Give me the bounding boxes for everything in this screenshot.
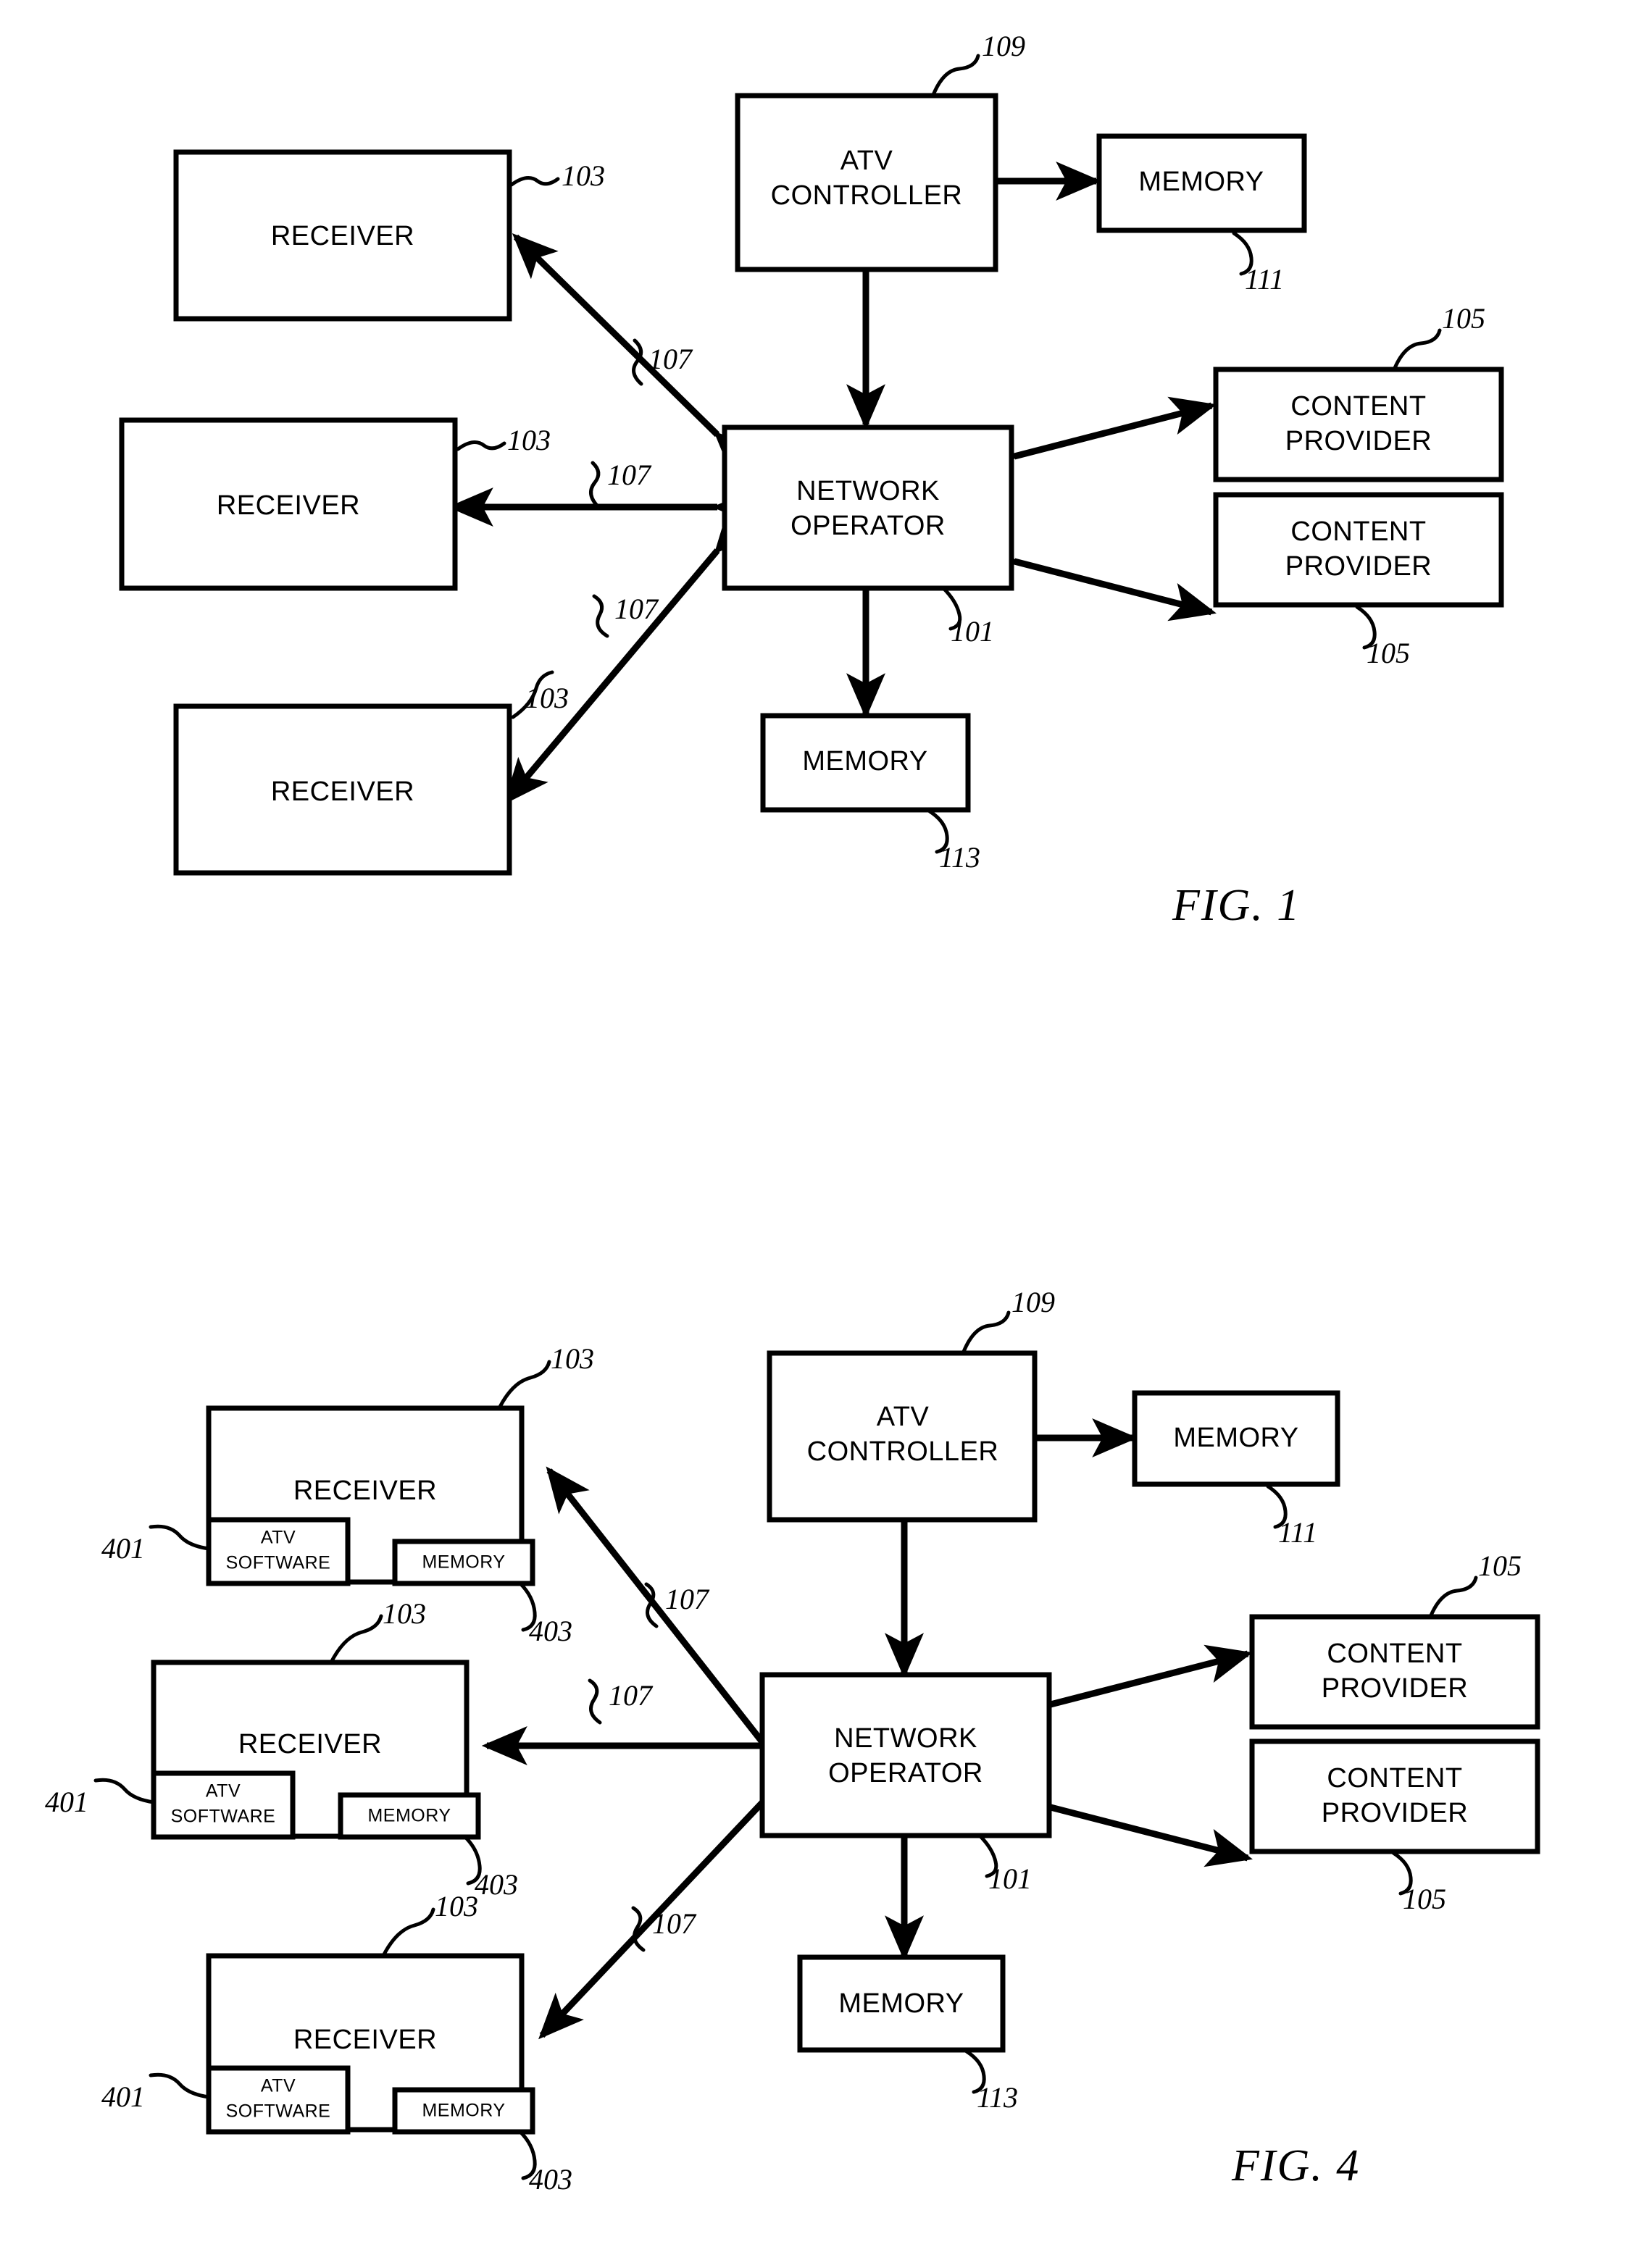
fig4-receiver-2-ref: 103 — [383, 1597, 426, 1630]
fig4-atv-controller-leader — [961, 1310, 1011, 1354]
fig4-atv-controller-label-line1: ATV — [877, 1402, 930, 1432]
fig4-content-provider-1-label-line1: CONTENT — [1327, 1639, 1462, 1669]
fig1-network-operator-label-line1: NETWORK — [796, 476, 940, 506]
fig4-network-operator-label-line1: NETWORK — [834, 1723, 977, 1754]
fig4-receiver-2-atv-software-line2: SOFTWARE — [171, 1807, 276, 1827]
fig1-network-operator-label-line2: OPERATOR — [790, 511, 946, 541]
fig1-link3-ref: 107 — [614, 593, 659, 625]
fig4-receiver-1-label: RECEIVER — [293, 1476, 437, 1506]
fig4-receiver-3-leader — [382, 1907, 435, 1957]
fig4-receiver-1-memory-label: MEMORY — [422, 1552, 505, 1573]
fig4-atv-controller-label-line2: CONTROLLER — [807, 1436, 999, 1467]
fig1-content-provider-1-ref: 105 — [1442, 302, 1485, 335]
fig4-atv-memory-label: MEMORY — [1173, 1423, 1298, 1453]
fig4-receiver-3-memory-ref: 403 — [529, 2163, 572, 2196]
fig4-receiver-1-atv-software-ref: 401 — [101, 1532, 145, 1565]
fig4-link-network-operator-content-provider1 — [1006, 1644, 1253, 1734]
fig4-receiver-3-atv-software-line2: SOFTWARE — [226, 2101, 331, 2122]
fig4-receiver-1-atv-software-line1: ATV — [261, 1528, 296, 1548]
fig1-content-provider-1-box — [1213, 367, 1504, 482]
fig4-link2-leader — [588, 1678, 602, 1725]
fig1-link3-leader — [592, 594, 609, 638]
fig4-content-provider-2-box — [1249, 1738, 1540, 1854]
fig4-link-receiver1-network-operator — [546, 1466, 809, 1794]
fig1-content-provider-2-label-line2: PROVIDER — [1285, 551, 1432, 582]
fig4-network-memory-label: MEMORY — [838, 1988, 964, 2019]
fig1-link2-ref: 107 — [607, 459, 652, 491]
fig4-content-provider-1-leader — [1429, 1576, 1478, 1618]
fig1-network-memory-ref: 113 — [939, 841, 980, 874]
fig1-receiver-2-label: RECEIVER — [217, 490, 360, 521]
fig1-content-provider-2-ref: 105 — [1367, 637, 1410, 669]
figure-4: RECEIVER ATV SOFTWARE MEMORY 103 401 403… — [45, 1286, 1540, 2196]
fig4-link-network-operator-content-provider2 — [1006, 1778, 1253, 1867]
fig4-content-provider-1-ref: 105 — [1478, 1549, 1522, 1582]
fig1-network-memory-label: MEMORY — [802, 746, 927, 777]
figure-1-caption: FIG. 1 — [1172, 881, 1301, 930]
fig4-link3-ref: 107 — [652, 1907, 697, 1940]
fig4-content-provider-1-box — [1249, 1614, 1540, 1730]
fig4-content-provider-1-label-line2: PROVIDER — [1322, 1673, 1468, 1704]
fig4-link2-ref: 107 — [609, 1679, 654, 1712]
fig4-atv-controller-ref: 109 — [1011, 1286, 1055, 1318]
figure-1: RECEIVER 103 107 RECEIVER 103 107 RECEIV… — [119, 30, 1504, 930]
fig4-receiver-2-label: RECEIVER — [238, 1729, 382, 1759]
fig4-content-provider-2-label-line2: PROVIDER — [1322, 1798, 1468, 1828]
link-network-operator-content-provider2 — [970, 532, 1217, 622]
fig4-receiver-2-atv-software-line1: ATV — [206, 1781, 241, 1802]
fig1-receiver-1-label: RECEIVER — [271, 221, 414, 251]
fig1-link2-leader — [589, 461, 601, 509]
fig4-content-provider-2-label-line1: CONTENT — [1327, 1763, 1462, 1794]
fig4-network-operator-label-line2: OPERATOR — [828, 1758, 983, 1788]
patent-drawing-sheet: RECEIVER 103 107 RECEIVER 103 107 RECEIV… — [0, 0, 1652, 2268]
fig1-content-provider-1-label-line2: PROVIDER — [1285, 426, 1432, 456]
link-network-operator-content-provider1 — [970, 396, 1217, 486]
fig1-content-provider-2-label-line1: CONTENT — [1290, 516, 1426, 547]
fig1-receiver-1-ref: 103 — [562, 159, 605, 192]
fig1-network-operator-ref: 101 — [951, 615, 994, 648]
fig1-atv-controller-label-line2: CONTROLLER — [771, 180, 963, 211]
fig4-receiver-3-memory-label: MEMORY — [422, 2101, 505, 2121]
fig4-receiver-1-leader — [498, 1360, 551, 1409]
fig4-atv-memory-ref: 111 — [1278, 1516, 1317, 1549]
link-receiver3-network-operator — [504, 506, 759, 805]
fig4-receiver-2-memory-label: MEMORY — [367, 1806, 451, 1826]
fig4-receiver-2-memory-ref: 403 — [475, 1868, 518, 1901]
fig4-network-operator-ref: 101 — [988, 1862, 1032, 1895]
fig4-receiver-3-ref: 103 — [435, 1890, 478, 1922]
fig4-receiver-3-atv-software-line1: ATV — [261, 2076, 296, 2096]
link-receiver1-network-operator — [512, 233, 760, 477]
fig1-atv-controller-leader — [931, 54, 980, 97]
fig4-receiver-2-atv-software-ref: 401 — [45, 1786, 88, 1818]
figure-4-caption: FIG. 4 — [1231, 2141, 1360, 2190]
fig4-link1-ref: 107 — [665, 1583, 710, 1615]
fig4-receiver-1-atv-software-line2: SOFTWARE — [226, 1553, 331, 1573]
fig1-atv-memory-label: MEMORY — [1138, 167, 1264, 197]
fig4-network-memory-ref: 113 — [977, 2081, 1018, 2114]
fig4-receiver-3-atv-software-leader — [149, 2072, 211, 2099]
drawing-canvas: RECEIVER 103 107 RECEIVER 103 107 RECEIV… — [45, 30, 1540, 2196]
fig4-content-provider-2-ref: 105 — [1403, 1883, 1446, 1915]
fig1-atv-controller-ref: 109 — [982, 30, 1025, 62]
fig1-content-provider-1-label-line1: CONTENT — [1290, 391, 1426, 422]
fig4-receiver-3-atv-software-ref: 401 — [101, 2080, 145, 2113]
fig1-receiver-2-leader — [456, 440, 506, 451]
fig4-receiver-2-leader — [330, 1614, 383, 1663]
fig4-receiver-1-atv-software-leader — [149, 1524, 211, 1551]
fig1-receiver-1-leader — [509, 176, 560, 187]
fig4-network-operator-box — [759, 1672, 1052, 1838]
fig1-content-provider-2-box — [1213, 492, 1504, 608]
fig4-receiver-1-memory-ref: 403 — [529, 1615, 572, 1647]
fig1-receiver-2-ref: 103 — [507, 424, 551, 456]
fig1-network-operator-box — [722, 424, 1014, 591]
fig1-atv-controller-label-line1: ATV — [840, 146, 893, 176]
fig4-receiver-2-atv-software-leader — [93, 1778, 156, 1804]
fig4-receiver-3-label: RECEIVER — [293, 2025, 437, 2055]
fig1-receiver-3-label: RECEIVER — [271, 777, 414, 807]
fig1-receiver-3-ref: 103 — [525, 682, 569, 714]
fig1-link1-ref: 107 — [648, 343, 693, 375]
fig1-content-provider-1-leader — [1393, 328, 1442, 370]
fig1-atv-memory-ref: 111 — [1245, 263, 1284, 296]
fig4-receiver-1-ref: 103 — [551, 1342, 594, 1375]
